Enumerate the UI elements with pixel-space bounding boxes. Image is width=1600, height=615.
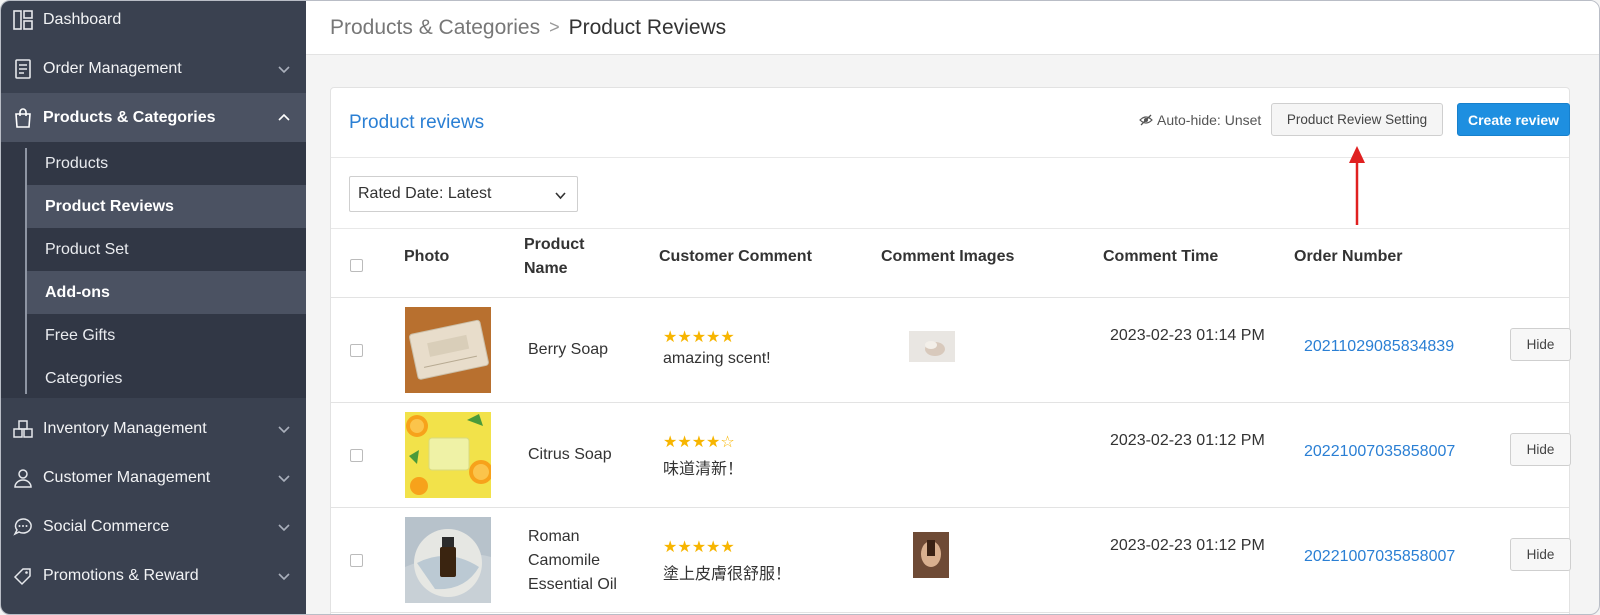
- rating-stars: ★★★★☆: [663, 434, 735, 451]
- subitem-label: Product Set: [45, 240, 129, 258]
- sidebar-item-promotions-reward[interactable]: Promotions & Reward: [1, 551, 306, 600]
- subitem-label: Product Reviews: [45, 197, 174, 215]
- annotation-arrow-icon: [1349, 146, 1365, 225]
- comment-image[interactable]: [909, 331, 955, 362]
- comment-time: 2023-02-23 01:12 PM: [1110, 537, 1265, 554]
- sidebar-item-label: Dashboard: [43, 10, 122, 28]
- reviews-card: Product reviews Auto-hide: Unset Product…: [330, 87, 1571, 614]
- col-header-comment-images: Comment Images: [881, 248, 1015, 265]
- chevron-down-icon: [278, 474, 290, 482]
- order-number-link[interactable]: 20221007035858007: [1304, 548, 1455, 566]
- customer-comment: 味道清新！: [663, 461, 744, 478]
- product-review-setting-button[interactable]: Product Review Setting: [1271, 103, 1443, 136]
- table-row: Citrus Soap ★★★★☆ 味道清新！ 2023-02-23 01:12…: [331, 403, 1571, 508]
- auto-hide-label: Auto-hide: Unset: [1157, 112, 1262, 128]
- table-row: Berry Soap ★★★★★ amazing scent! 2023-02-…: [331, 298, 1571, 403]
- app-window: Dashboard Order Management Products & Ca…: [0, 0, 1600, 615]
- sidebar-item-label: Customer Management: [43, 468, 211, 486]
- chevron-down-icon: [278, 65, 290, 73]
- sidebar-subitem-products[interactable]: Products: [27, 142, 306, 185]
- col-header-customer-comment: Customer Comment: [659, 248, 812, 265]
- row-checkbox[interactable]: [350, 449, 363, 462]
- sidebar: Dashboard Order Management Products & Ca…: [1, 1, 306, 614]
- chat-icon: [13, 517, 32, 536]
- sidebar-item-order-management[interactable]: Order Management: [1, 44, 306, 93]
- sidebar-subitem-product-set[interactable]: Product Set: [27, 228, 306, 271]
- col-header-photo: Photo: [404, 248, 450, 265]
- sidebar-item-label: Products & Categories: [43, 108, 216, 126]
- breadcrumb-separator: >: [549, 17, 560, 37]
- sidebar-subitem-product-reviews[interactable]: Product Reviews: [27, 185, 306, 228]
- row-separator: [331, 612, 1569, 613]
- product-name: Roman Camomile Essential Oil: [528, 528, 617, 593]
- hide-button[interactable]: Hide: [1510, 538, 1571, 571]
- rating-stars: ★★★★★: [663, 329, 735, 346]
- tag-icon: [13, 567, 31, 585]
- chevron-up-icon: [278, 113, 290, 121]
- sidebar-submenu: Products Product Reviews Product Set Add…: [1, 142, 306, 398]
- breadcrumb-parent[interactable]: Products & Categories: [330, 16, 540, 40]
- sidebar-item-products-categories[interactable]: Products & Categories: [1, 93, 306, 142]
- product-photo-berry-soap: [405, 307, 491, 393]
- subitem-label: Add-ons: [45, 283, 110, 301]
- product-name: Citrus Soap: [528, 446, 612, 463]
- sort-select[interactable]: Rated Date: Latest: [349, 176, 578, 212]
- order-number-link[interactable]: 20221007035858007: [1304, 443, 1455, 461]
- order-icon: [15, 58, 31, 79]
- eye-slash-icon: [1139, 114, 1153, 126]
- auto-hide-status: Auto-hide: Unset: [1139, 112, 1261, 128]
- customer-comment: 塗上皮膚很舒服！: [663, 566, 792, 583]
- rating-stars: ★★★★★: [663, 539, 735, 556]
- create-review-button[interactable]: Create review: [1457, 103, 1570, 136]
- sidebar-item-label: Promotions & Reward: [43, 566, 199, 584]
- customer-comment: amazing scent!: [663, 350, 771, 367]
- order-number-link[interactable]: 20211029085834839: [1304, 338, 1454, 356]
- page-title: Product Reviews: [568, 15, 727, 39]
- hide-button[interactable]: Hide: [1510, 328, 1571, 361]
- sidebar-item-customer-management[interactable]: Customer Management: [1, 453, 306, 502]
- subitem-label: Categories: [45, 369, 123, 387]
- product-photo-citrus-soap: [405, 412, 491, 498]
- product-name: Berry Soap: [528, 341, 609, 358]
- breadcrumb: Products & Categories > Product Reviews: [306, 1, 1599, 55]
- sidebar-item-dashboard[interactable]: Dashboard: [1, 1, 306, 44]
- chevron-down-icon: [278, 425, 290, 433]
- sidebar-subitem-categories[interactable]: Categories: [27, 357, 306, 400]
- sidebar-item-label: Inventory Management: [43, 419, 207, 437]
- subitem-label: Products: [45, 154, 109, 172]
- sidebar-item-inventory-management[interactable]: Inventory Management: [1, 404, 306, 453]
- sidebar-item-label: Order Management: [43, 59, 182, 77]
- sidebar-item-label: Social Commerce: [43, 517, 170, 535]
- col-header-comment-time: Comment Time: [1103, 248, 1219, 265]
- bag-icon: [15, 107, 31, 128]
- table-row: Roman Camomile Essential Oil ★★★★★ 塗上皮膚很…: [331, 508, 1571, 613]
- row-checkbox[interactable]: [350, 344, 363, 357]
- col-header-order-number: Order Number: [1294, 248, 1403, 265]
- card-title: Product reviews: [349, 112, 485, 133]
- comment-time: 2023-02-23 01:14 PM: [1110, 327, 1265, 344]
- sidebar-subitem-free-gifts[interactable]: Free Gifts: [27, 314, 306, 357]
- select-all-checkbox[interactable]: [350, 259, 363, 272]
- sort-select-value: Rated Date: Latest: [358, 185, 492, 202]
- comment-time: 2023-02-23 01:12 PM: [1110, 432, 1265, 449]
- hide-button[interactable]: Hide: [1510, 433, 1571, 466]
- comment-image[interactable]: [913, 532, 949, 578]
- row-checkbox[interactable]: [350, 554, 363, 567]
- chevron-down-icon: [278, 572, 290, 580]
- chevron-down-icon: [278, 523, 290, 531]
- user-icon: [14, 468, 32, 488]
- sidebar-subitem-add-ons[interactable]: Add-ons: [27, 271, 306, 314]
- inventory-icon: [13, 419, 33, 438]
- product-photo-roman-camomile: [405, 517, 491, 603]
- sidebar-item-social-commerce[interactable]: Social Commerce: [1, 502, 306, 551]
- dashboard-icon: [13, 9, 33, 30]
- chevron-down-icon: [555, 192, 566, 200]
- col-header-product-name: Product Name: [524, 236, 585, 277]
- subitem-label: Free Gifts: [45, 326, 116, 344]
- table-top-border: [331, 228, 1569, 229]
